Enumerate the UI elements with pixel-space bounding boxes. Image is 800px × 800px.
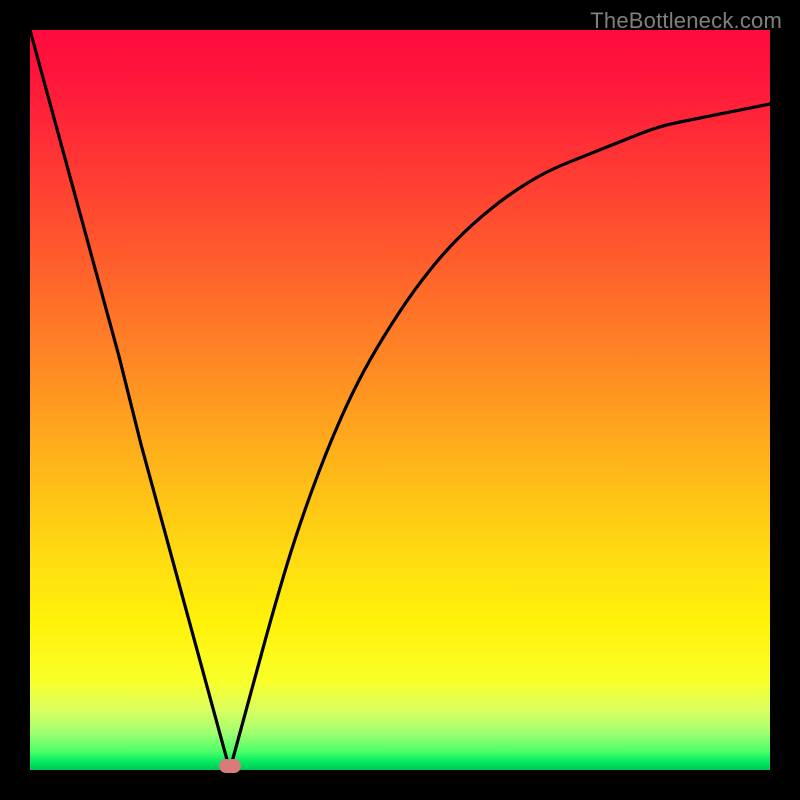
minimum-marker <box>219 759 241 773</box>
plot-area <box>30 30 770 770</box>
bottleneck-curve <box>30 30 770 770</box>
watermark-text: TheBottleneck.com <box>590 8 782 34</box>
curve-path <box>30 30 770 770</box>
chart-frame: TheBottleneck.com <box>0 0 800 800</box>
